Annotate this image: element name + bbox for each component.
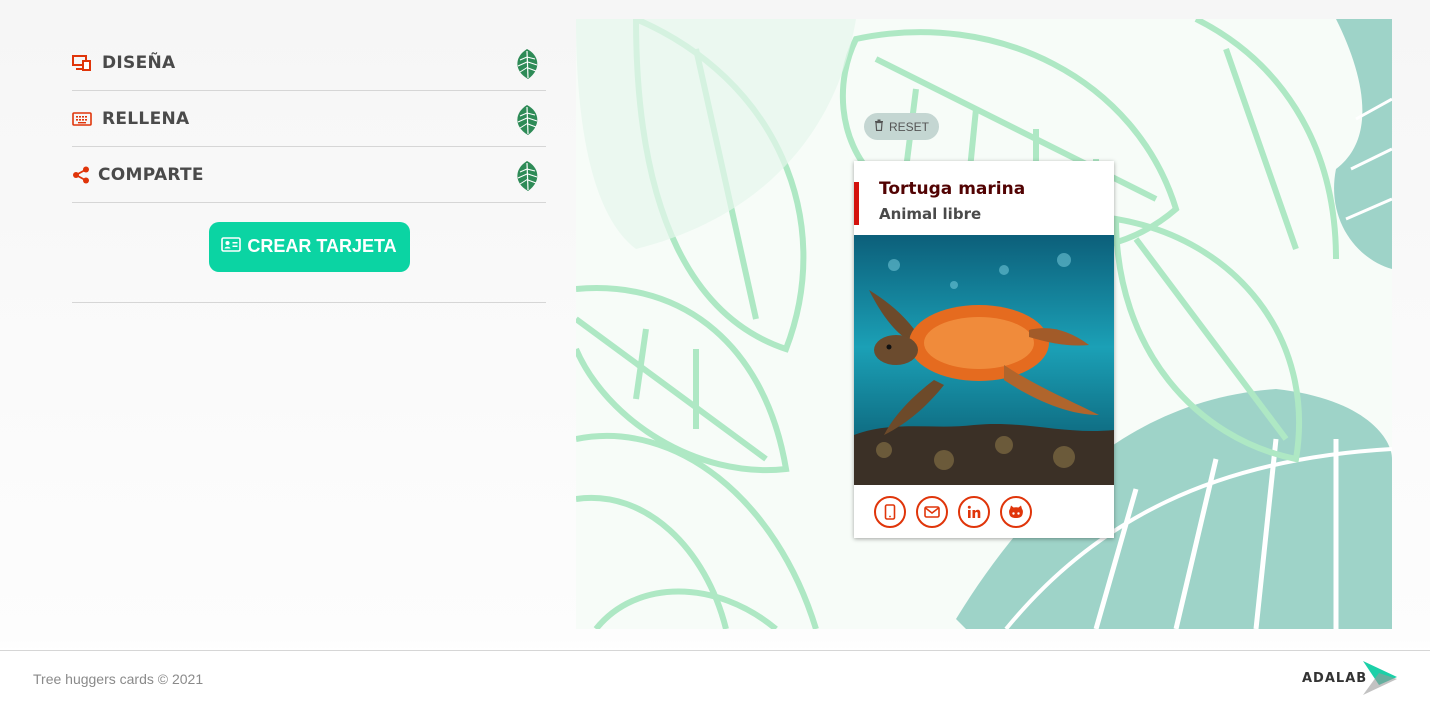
footer-copyright: Tree huggers cards © 2021 — [33, 671, 204, 687]
reset-button[interactable]: RESET — [864, 113, 939, 140]
email-icon[interactable] — [916, 496, 948, 528]
social-links — [874, 496, 1032, 528]
card-preview: RESET Tortuga marina Animal libre — [576, 19, 1392, 629]
create-section: CREAR TARJETA — [72, 203, 546, 303]
section-fill-label: RELLENA — [102, 108, 190, 129]
adalab-logo[interactable]: ADALAB — [1302, 661, 1398, 695]
phone-icon[interactable] — [874, 496, 906, 528]
section-share[interactable]: COMPARTE — [72, 147, 546, 203]
section-design-label: DISEÑA — [102, 52, 176, 73]
leaf-icon[interactable] — [512, 103, 542, 137]
card-header: Tortuga marina Animal libre — [854, 161, 1114, 235]
create-card-button[interactable]: CREAR TARJETA — [208, 221, 410, 272]
linkedin-icon[interactable] — [958, 496, 990, 528]
leaf-icon[interactable] — [512, 47, 542, 81]
leaf-icon[interactable] — [512, 159, 542, 193]
id-card-icon — [221, 236, 242, 257]
animal-card: Tortuga marina Animal libre — [854, 161, 1114, 538]
share-icon — [72, 164, 94, 186]
section-share-label: COMPARTE — [98, 164, 204, 185]
footer-divider — [0, 650, 1430, 651]
trash-icon — [874, 119, 884, 134]
keyboard-icon — [72, 108, 94, 130]
card-photo — [854, 235, 1114, 485]
form-panel: DISEÑA RELLENA COMPARTE CREAR TARJETA — [72, 35, 546, 303]
section-design[interactable]: DISEÑA — [72, 35, 546, 91]
card-name: Tortuga marina — [879, 179, 1026, 199]
adalab-logo-text: ADALAB — [1302, 670, 1368, 686]
design-icon — [72, 52, 94, 74]
reset-label: RESET — [888, 119, 929, 134]
card-accent-bar — [854, 182, 859, 225]
adalab-arrow-icon — [1363, 661, 1398, 695]
card-job: Animal libre — [879, 205, 982, 223]
github-icon[interactable] — [1000, 496, 1032, 528]
create-card-label: CREAR TARJETA — [247, 236, 397, 256]
section-fill[interactable]: RELLENA — [72, 91, 546, 147]
